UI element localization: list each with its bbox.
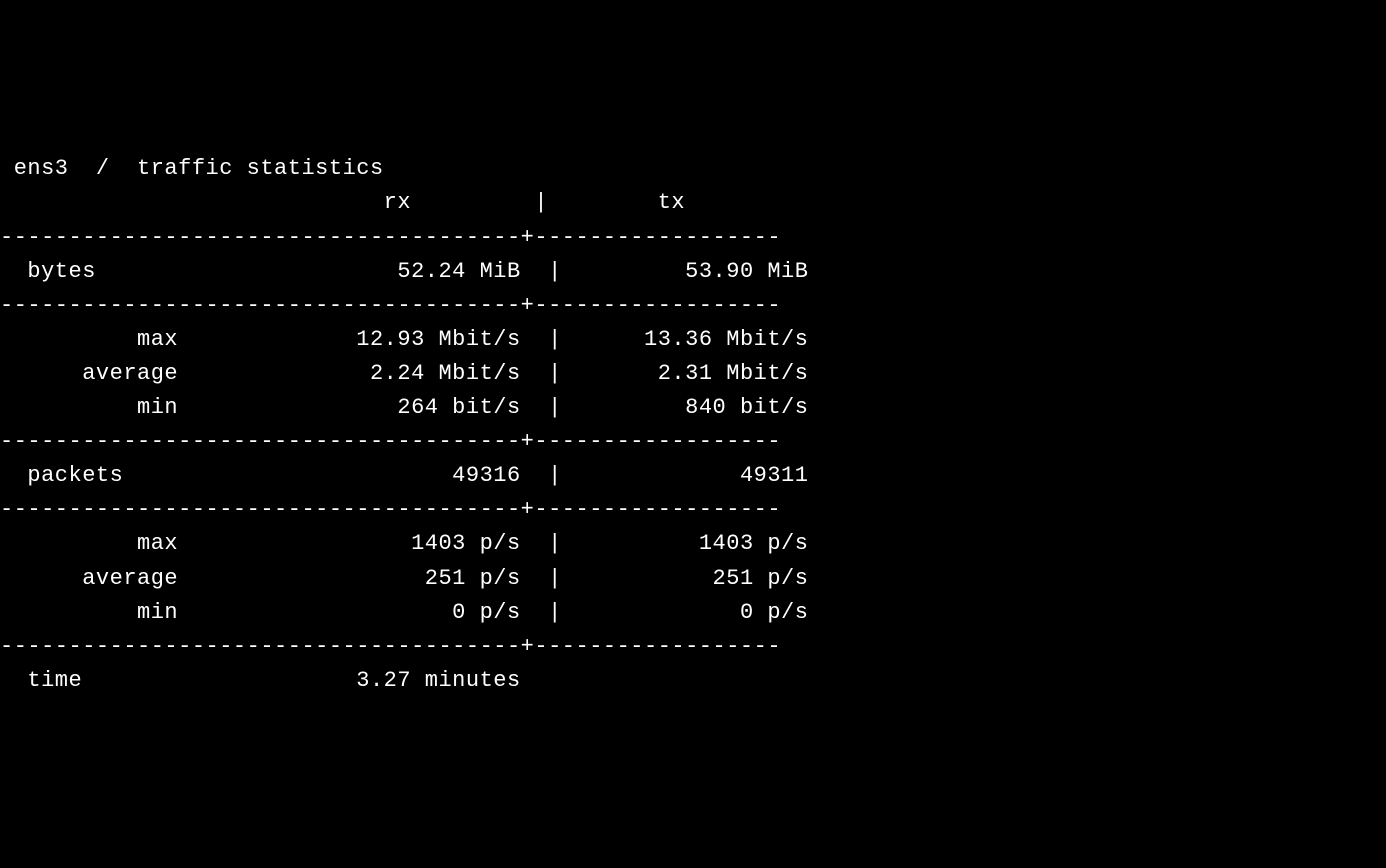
time-value: 3.27 minutes [178, 668, 521, 693]
packets-min-tx: 0 p/s [576, 600, 809, 625]
terminal-line: max 1403 p/s | 1403 p/s [0, 527, 1386, 561]
packets-max-label: max [14, 531, 178, 556]
interface-name: ens3 [14, 156, 69, 181]
bytes-max-tx: 13.36 Mbit/s [576, 327, 809, 352]
divider: --------------------------------------+-… [0, 225, 781, 250]
bytes-max-label: max [14, 327, 178, 352]
col-sep: | [548, 361, 562, 386]
terminal-line: rx | tx [0, 186, 1386, 220]
bytes-tx: 53.90 MiB [576, 259, 809, 284]
bytes-rx: 52.24 MiB [178, 259, 521, 284]
packets-avg-label: average [14, 566, 178, 591]
terminal-output: ens3 / traffic statistics rx | tx -------… [0, 152, 1386, 698]
terminal-line: bytes 52.24 MiB | 53.90 MiB [0, 255, 1386, 289]
breadcrumb-sep: / [96, 156, 110, 181]
col-tx-header: tx [548, 190, 685, 215]
bytes-avg-label: average [14, 361, 178, 386]
packets-max-tx: 1403 p/s [576, 531, 809, 556]
divider: --------------------------------------+-… [0, 293, 781, 318]
packets-tx: 49311 [576, 463, 809, 488]
packets-max-rx: 1403 p/s [178, 531, 521, 556]
col-sep: | [548, 259, 562, 284]
page-title: traffic statistics [137, 156, 384, 181]
terminal-line: max 12.93 Mbit/s | 13.36 Mbit/s [0, 323, 1386, 357]
terminal-line: --------------------------------------+-… [0, 493, 1386, 527]
col-sep: | [548, 566, 562, 591]
terminal-line: average 251 p/s | 251 p/s [0, 562, 1386, 596]
col-sep: | [548, 463, 562, 488]
terminal-line: ens3 / traffic statistics [0, 152, 1386, 186]
bytes-avg-tx: 2.31 Mbit/s [576, 361, 809, 386]
divider: --------------------------------------+-… [0, 634, 781, 659]
terminal-line: time 3.27 minutes [0, 664, 1386, 698]
bytes-min-rx: 264 bit/s [178, 395, 521, 420]
col-rx-header: rx [178, 190, 521, 215]
col-sep: | [548, 531, 562, 556]
time-label: time [27, 668, 178, 693]
terminal-line: --------------------------------------+-… [0, 425, 1386, 459]
packets-rx: 49316 [178, 463, 521, 488]
packets-min-label: min [14, 600, 178, 625]
terminal-line: --------------------------------------+-… [0, 289, 1386, 323]
col-sep: | [548, 600, 562, 625]
bytes-min-tx: 840 bit/s [576, 395, 809, 420]
bytes-max-rx: 12.93 Mbit/s [178, 327, 521, 352]
bytes-avg-rx: 2.24 Mbit/s [178, 361, 521, 386]
divider: --------------------------------------+-… [0, 429, 781, 454]
bytes-label: bytes [27, 259, 178, 284]
col-sep: | [548, 395, 562, 420]
packets-min-rx: 0 p/s [178, 600, 521, 625]
divider: --------------------------------------+-… [0, 497, 781, 522]
packets-label: packets [27, 463, 178, 488]
terminal-line: --------------------------------------+-… [0, 630, 1386, 664]
terminal-line: min 0 p/s | 0 p/s [0, 596, 1386, 630]
col-sep: | [534, 190, 548, 215]
col-sep: | [548, 327, 562, 352]
bytes-min-label: min [14, 395, 178, 420]
packets-avg-tx: 251 p/s [576, 566, 809, 591]
terminal-line: --------------------------------------+-… [0, 221, 1386, 255]
terminal-line: min 264 bit/s | 840 bit/s [0, 391, 1386, 425]
packets-avg-rx: 251 p/s [178, 566, 521, 591]
terminal-line: average 2.24 Mbit/s | 2.31 Mbit/s [0, 357, 1386, 391]
terminal-line: packets 49316 | 49311 [0, 459, 1386, 493]
